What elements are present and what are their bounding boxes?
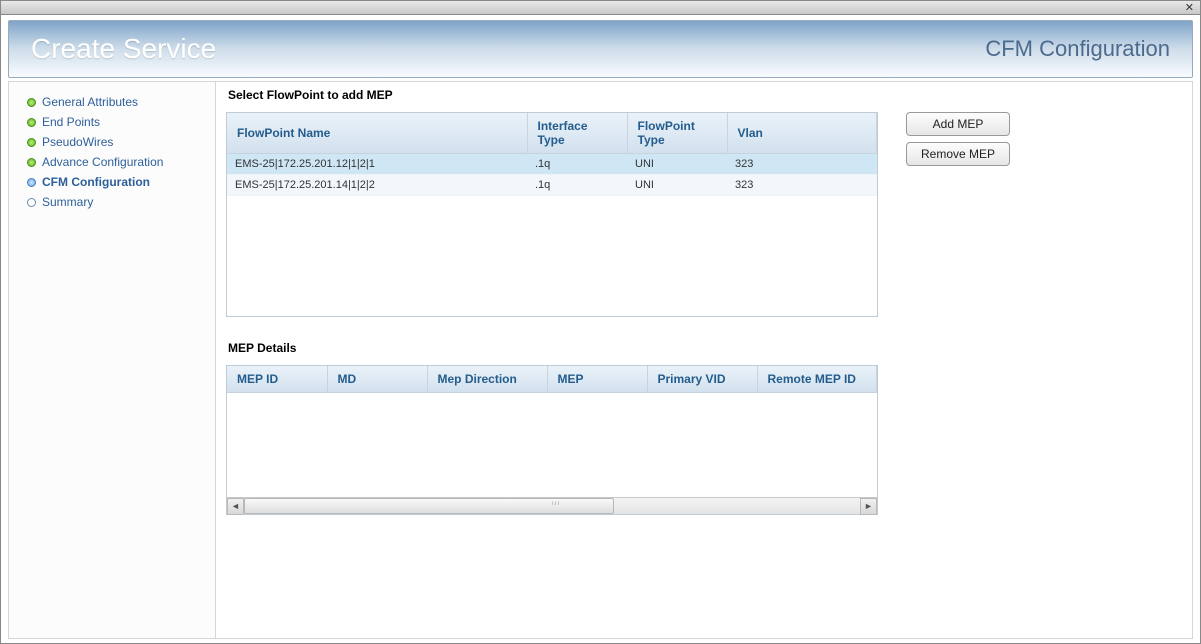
col-vlan[interactable]: Vlan	[727, 113, 877, 154]
dialog-body: General Attributes End Points PseudoWires A…	[8, 81, 1193, 639]
scroll-grip-icon: ııı	[552, 501, 560, 507]
mep-hscrollbar[interactable]: ◄ ııı ►	[227, 497, 877, 514]
cell-name: EMS-25|172.25.201.14|1|2|2	[227, 175, 527, 196]
cell-iftype: .1q	[527, 175, 627, 196]
table-row[interactable]: EMS-25|172.25.201.12|1|2|1.1qUNI323	[227, 154, 877, 175]
col-remote-mep-id[interactable]: Remote MEP ID	[757, 366, 877, 393]
step-bullet-icon	[27, 178, 36, 187]
step-bullet-icon	[27, 98, 36, 107]
wizard-step-cfm-configuration[interactable]: CFM Configuration	[9, 172, 215, 192]
cell-fptype: UNI	[627, 175, 727, 196]
button-column: Add MEP Remove MEP	[906, 112, 1010, 317]
flowpoint-table-wrap: FlowPoint Name Interface Type FlowPoint …	[226, 112, 878, 317]
main-panel: Select FlowPoint to add MEP FlowPoint Na…	[216, 81, 1193, 639]
step-bullet-icon	[27, 138, 36, 147]
col-primary-vid[interactable]: Primary VID	[647, 366, 757, 393]
dialog-window: ✕ Create Service CFM Configuration Gener…	[0, 0, 1201, 644]
wizard-step-label: CFM Configuration	[42, 175, 150, 189]
wizard-step-end-points[interactable]: End Points	[9, 112, 215, 132]
step-bullet-icon	[27, 158, 36, 167]
titlebar: ✕	[1, 1, 1200, 15]
remove-mep-button[interactable]: Remove MEP	[906, 142, 1010, 166]
cell-fptype: UNI	[627, 154, 727, 175]
add-mep-button[interactable]: Add MEP	[906, 112, 1010, 136]
dialog-header: Create Service CFM Configuration	[8, 20, 1193, 78]
step-bullet-icon	[27, 198, 36, 207]
scroll-right-icon[interactable]: ►	[860, 498, 877, 515]
step-bullet-icon	[27, 118, 36, 127]
cell-iftype: .1q	[527, 154, 627, 175]
cell-vlan: 323	[727, 175, 877, 196]
wizard-step-advance-configuration[interactable]: Advance Configuration	[9, 152, 215, 172]
wizard-step-summary[interactable]: Summary	[9, 192, 215, 212]
wizard-step-pseudowires[interactable]: PseudoWires	[9, 132, 215, 152]
scroll-track[interactable]: ııı	[244, 498, 860, 514]
close-icon[interactable]: ✕	[1183, 1, 1196, 14]
wizard-step-label: Summary	[42, 195, 93, 209]
flowpoint-table: FlowPoint Name Interface Type FlowPoint …	[227, 113, 877, 196]
col-mep[interactable]: MEP	[547, 366, 647, 393]
col-mep-id[interactable]: MEP ID	[227, 366, 327, 393]
mep-section: MEP Details MEP ID MD Mep Direction MEP …	[226, 341, 1172, 515]
cell-vlan: 323	[727, 154, 877, 175]
col-flowpoint-type[interactable]: FlowPoint Type	[627, 113, 727, 154]
table-row[interactable]: EMS-25|172.25.201.14|1|2|2.1qUNI323	[227, 175, 877, 196]
mep-table: MEP ID MD Mep Direction MEP Primary VID …	[227, 366, 877, 393]
mep-table-wrap: MEP ID MD Mep Direction MEP Primary VID …	[226, 365, 878, 515]
mep-table-body	[227, 393, 877, 497]
flowpoint-area: FlowPoint Name Interface Type FlowPoint …	[226, 112, 1172, 317]
wizard-step-label: PseudoWires	[42, 135, 113, 149]
dialog-title: Create Service	[31, 33, 216, 65]
col-mep-direction[interactable]: Mep Direction	[427, 366, 547, 393]
col-md[interactable]: MD	[327, 366, 427, 393]
scroll-left-icon[interactable]: ◄	[227, 498, 244, 515]
dialog-subtitle: CFM Configuration	[985, 36, 1170, 62]
wizard-step-label: End Points	[42, 115, 100, 129]
wizard-step-label: General Attributes	[42, 95, 138, 109]
col-interface-type[interactable]: Interface Type	[527, 113, 627, 154]
wizard-sidebar: General Attributes End Points PseudoWires A…	[8, 81, 216, 639]
wizard-step-general-attributes[interactable]: General Attributes	[9, 92, 215, 112]
flowpoint-section-title: Select FlowPoint to add MEP	[228, 88, 1172, 102]
cell-name: EMS-25|172.25.201.12|1|2|1	[227, 154, 527, 175]
mep-section-title: MEP Details	[228, 341, 1172, 355]
wizard-step-label: Advance Configuration	[42, 155, 163, 169]
col-flowpoint-name[interactable]: FlowPoint Name	[227, 113, 527, 154]
